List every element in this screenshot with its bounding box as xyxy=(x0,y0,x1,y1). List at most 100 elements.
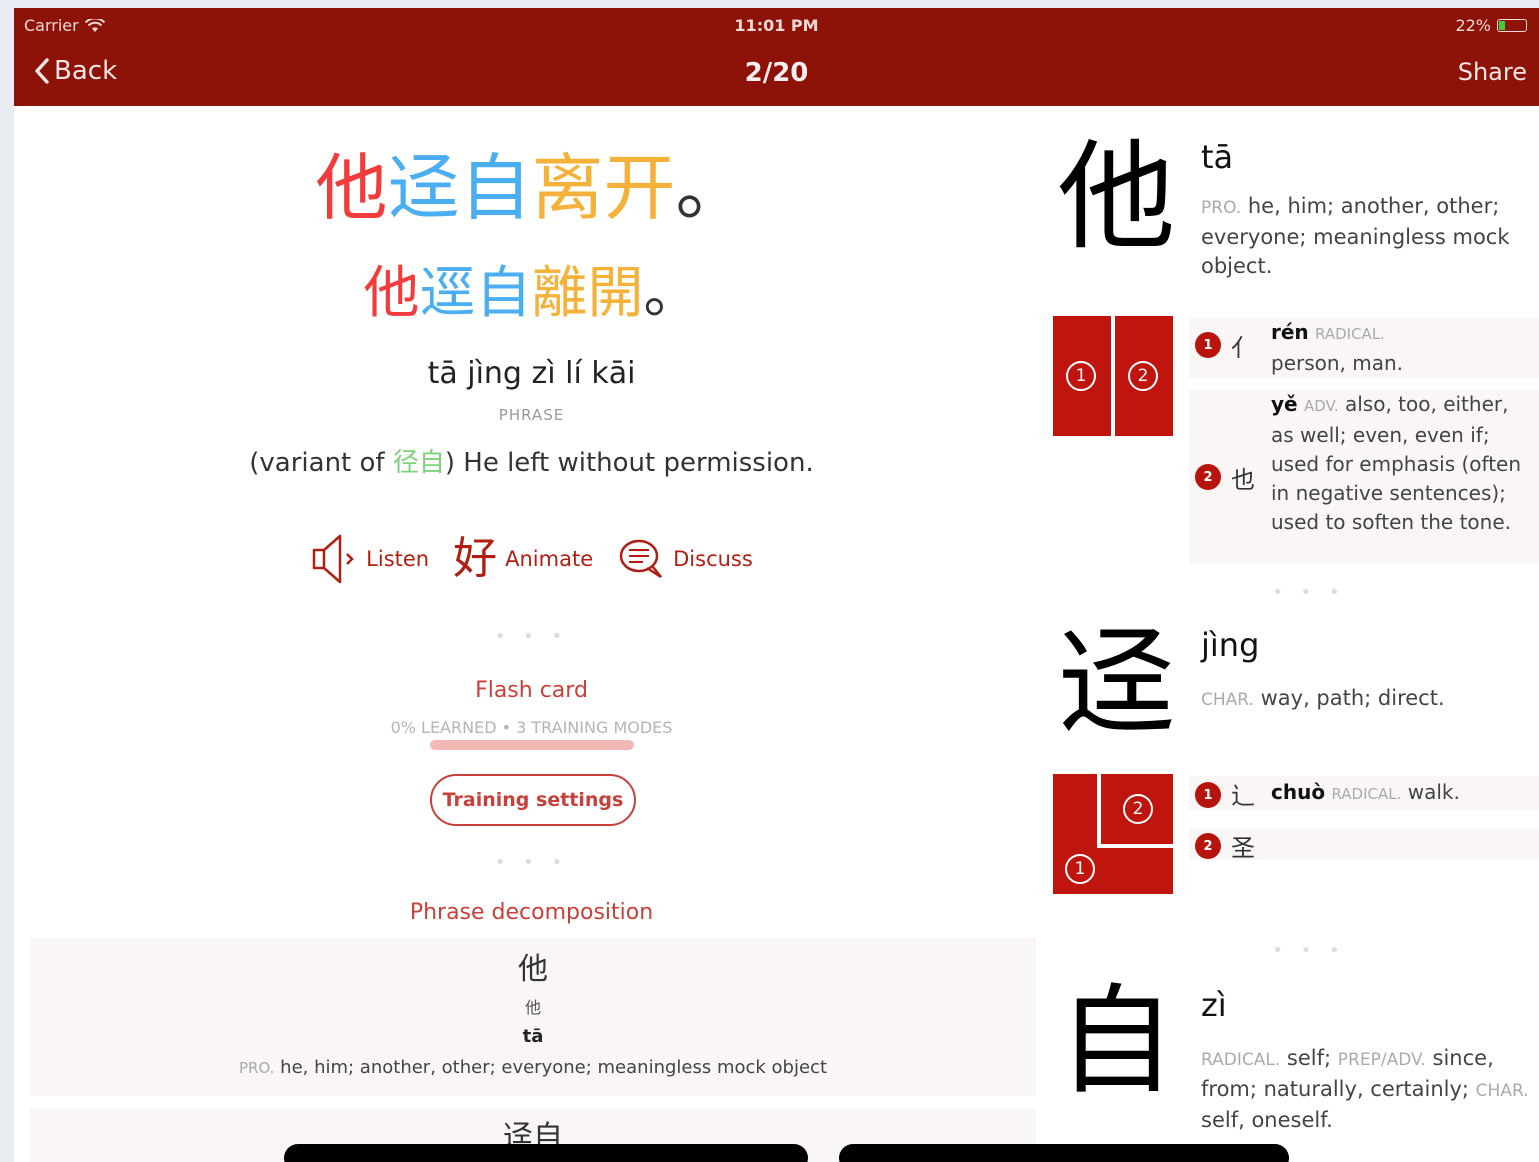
phrase-character[interactable]: 自 xyxy=(476,261,532,326)
decomp-traditional: 他 xyxy=(524,998,541,1017)
character-def-text: self, oneself. xyxy=(1201,1108,1333,1132)
phrase-pinyin: tā jìng zì lí kāi xyxy=(427,356,636,391)
character-large[interactable]: 他 xyxy=(1054,132,1179,262)
component-number: 1 xyxy=(1195,782,1221,808)
character-large[interactable]: 自 xyxy=(1054,976,1179,1106)
navigation-bar: Carrier 11:01 PM 22% Back 2/20 Share xyxy=(14,8,1539,106)
decomp-pinyin: tā xyxy=(522,1026,544,1047)
separator-dots: • • • xyxy=(1272,582,1346,603)
component-number: 2 xyxy=(1195,464,1221,490)
component-pos: RADICAL. xyxy=(1315,325,1385,343)
animate-label: Animate xyxy=(505,547,594,571)
flashcard-subtitle: 0% LEARNED • 3 TRAINING MODES xyxy=(390,718,673,737)
character-def-text: he, him; another, other; everyone; meani… xyxy=(1201,194,1510,278)
decomposition-item[interactable]: 他 他 tā PRO. he, him; another, other; eve… xyxy=(30,938,1036,1096)
phrase-character[interactable]: 逕 xyxy=(420,261,476,326)
decomp-def-text: he, him; another, other; everyone; meani… xyxy=(280,1057,828,1078)
phrase-character[interactable]: 。 xyxy=(676,146,748,230)
decomposition-title: Phrase decomposition xyxy=(409,900,654,925)
component-row[interactable]: 2 圣 xyxy=(1189,828,1539,862)
character-definition: CHAR. way, path; direct. xyxy=(1201,684,1531,715)
character-definition: RADICAL. self; PREP/ADV. since, from; na… xyxy=(1201,1044,1531,1135)
status-battery: 22% xyxy=(1455,16,1527,35)
flashcard-progress-bar xyxy=(430,740,634,750)
decomp-hanzi: 他 xyxy=(518,952,548,987)
phrase-traditional: 他逕自離開。 xyxy=(14,262,1049,326)
separator-dots: • • • xyxy=(494,626,569,647)
component-pinyin: yě xyxy=(1271,392,1298,416)
phrase-pos: PHRASE xyxy=(498,406,565,424)
listen-button[interactable]: Listen xyxy=(310,530,429,588)
component-pos: RADICAL. xyxy=(1331,785,1402,803)
character-pos: PRO. xyxy=(1201,198,1242,218)
character-pinyin: tā xyxy=(1201,138,1234,176)
component-glyph: 亻 xyxy=(1231,334,1255,362)
component-text: yě ADV. also, too, either, as well; even… xyxy=(1271,390,1536,537)
phrase-character[interactable]: 离 xyxy=(532,146,604,230)
structure-part-2: 2 xyxy=(1128,361,1158,391)
discuss-button[interactable]: Discuss xyxy=(617,537,753,581)
character-pos: CHAR. xyxy=(1475,1081,1529,1101)
speaker-icon xyxy=(312,534,354,584)
structure-part-1: 1 xyxy=(1066,361,1096,391)
structure-part-2: 2 xyxy=(1123,794,1153,824)
character-pinyin: zì xyxy=(1201,986,1227,1024)
phrase-character[interactable]: 迳 xyxy=(387,146,459,230)
character-pos: PREP/ADV. xyxy=(1337,1050,1426,1070)
component-number: 2 xyxy=(1195,833,1221,859)
character-pos: CHAR. xyxy=(1201,690,1254,710)
phrase-definition: (variant of 径自) He left without permissi… xyxy=(14,442,1049,479)
ipad-screen: Carrier 11:01 PM 22% Back 2/20 Share 他迳自… xyxy=(14,8,1539,1162)
phrase-character[interactable]: 開 xyxy=(588,261,644,326)
phrase-character[interactable]: 離 xyxy=(532,261,588,326)
page-counter: 2/20 xyxy=(744,58,809,88)
structure-part-1: 1 xyxy=(1065,854,1095,884)
component-row[interactable]: 1 亻 rén RADICAL. person, man. xyxy=(1189,318,1539,378)
component-glyph: 也 xyxy=(1231,466,1255,494)
share-button[interactable]: Share xyxy=(1458,58,1527,86)
flashcard-title: Flash card xyxy=(475,678,588,703)
character-definition: PRO. he, him; another, other; everyone; … xyxy=(1201,192,1531,281)
overlay-bar xyxy=(284,1144,808,1162)
component-number: 1 xyxy=(1195,332,1221,358)
overlay-bar xyxy=(839,1144,1289,1162)
character-pinyin: jìng xyxy=(1201,626,1260,664)
def-suffix: ) He left without permission. xyxy=(444,448,814,478)
character-def-text: self; xyxy=(1286,1046,1332,1070)
phrase-simplified: 他迳自离开。 xyxy=(14,148,1049,228)
component-def: walk. xyxy=(1407,780,1460,804)
character-large[interactable]: 迳 xyxy=(1054,618,1179,748)
character-def-text: way, path; direct. xyxy=(1260,686,1445,710)
component-row[interactable]: 1 辶 chuò RADICAL. walk. xyxy=(1189,776,1539,810)
phrase-panel: 他迳自离开。 他逕自離開。 tā jìng zì lí kāi PHRASE (… xyxy=(14,106,1049,1162)
component-def: person, man. xyxy=(1271,351,1404,375)
component-pos: ADV. xyxy=(1303,397,1339,415)
phrase-character[interactable]: 开 xyxy=(604,146,676,230)
component-row[interactable]: 2 也 yě ADV. also, too, either, as well; … xyxy=(1189,390,1539,564)
component-pinyin: chuò xyxy=(1271,780,1326,804)
component-glyph: 圣 xyxy=(1231,834,1255,862)
training-settings-button[interactable]: Training settings xyxy=(430,774,636,826)
animate-button[interactable]: 好 Animate xyxy=(453,534,593,584)
phrase-character[interactable]: 他 xyxy=(315,146,387,230)
component-glyph: 辶 xyxy=(1231,782,1255,810)
phrase-character[interactable]: 。 xyxy=(644,261,700,326)
structure-diagram: 2 1 xyxy=(1053,774,1173,894)
phrase-character[interactable]: 自 xyxy=(459,146,531,230)
separator-dots: • • • xyxy=(1272,940,1346,961)
battery-icon xyxy=(1497,19,1527,32)
phrase-character[interactable]: 他 xyxy=(364,261,420,326)
def-variant-link[interactable]: 径自 xyxy=(393,448,445,478)
status-time: 11:01 PM xyxy=(734,16,819,35)
animate-stroke-icon: 好 xyxy=(453,533,498,584)
component-text: rén RADICAL. person, man. xyxy=(1271,318,1536,378)
discuss-label: Discuss xyxy=(673,547,753,571)
structure-diagram: 1 2 xyxy=(1053,316,1173,436)
character-pos: RADICAL. xyxy=(1201,1050,1281,1070)
component-text: chuò RADICAL. walk. xyxy=(1271,778,1536,809)
battery-percent: 22% xyxy=(1455,16,1491,35)
separator-dots: • • • xyxy=(494,852,569,873)
decomp-definition: PRO. he, him; another, other; everyone; … xyxy=(30,1057,1036,1078)
def-prefix: (variant of xyxy=(249,448,393,478)
listen-label: Listen xyxy=(366,547,430,571)
